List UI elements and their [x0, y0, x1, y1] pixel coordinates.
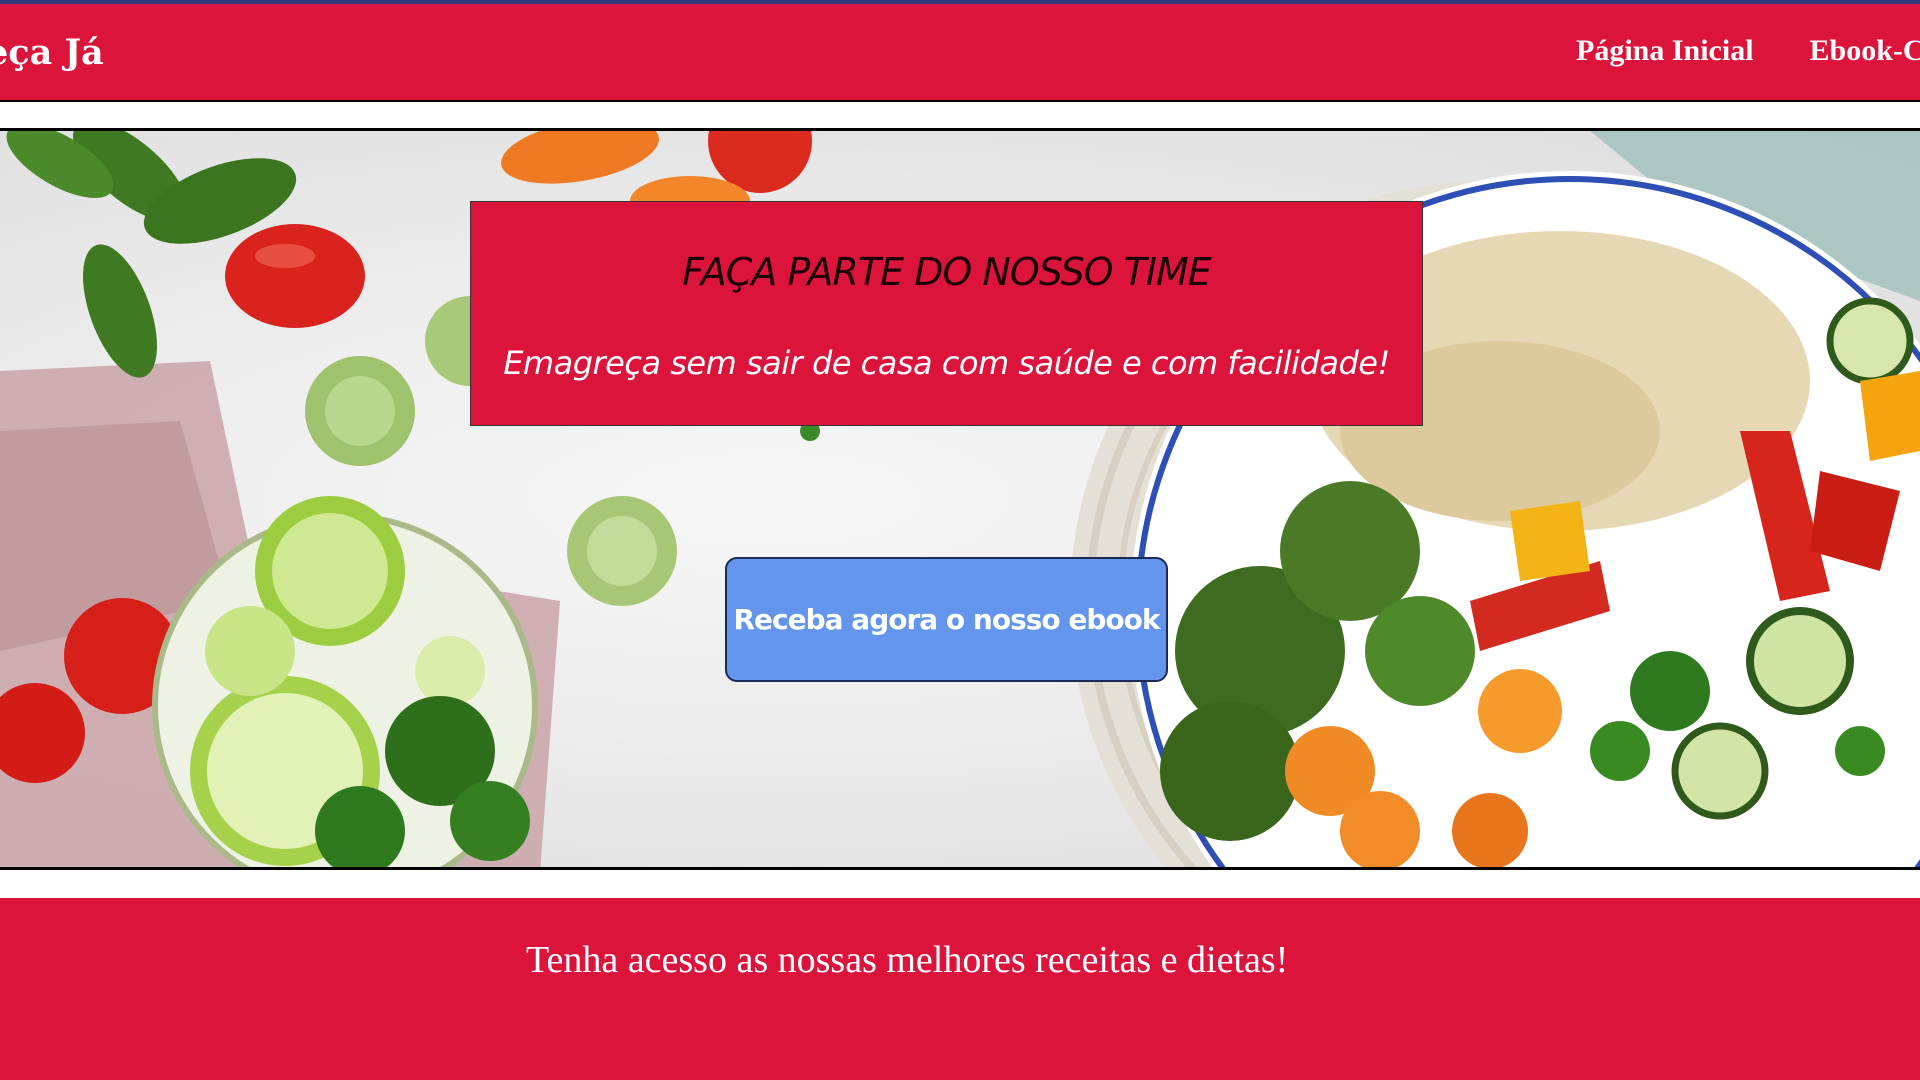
nav-link-home[interactable]: Página Inicial	[1576, 34, 1754, 68]
headline-subtitle: Emagreça sem sair de casa com saúde e co…	[503, 344, 1390, 382]
get-ebook-button[interactable]: Receba agora o nosso ebook	[725, 557, 1168, 682]
nav-links: Página Inicial Ebook-C	[1576, 34, 1920, 68]
navbar: eça Já Página Inicial Ebook-C	[0, 4, 1920, 102]
hero-banner: FAÇA PARTE DO NOSSO TIME Emagreça sem sa…	[0, 128, 1920, 870]
footer-text: Tenha acesso as nossas melhores receitas…	[526, 939, 1289, 981]
footer-band: Tenha acesso as nossas melhores receitas…	[0, 896, 1920, 1080]
headline-title: FAÇA PARTE DO NOSSO TIME	[682, 250, 1212, 294]
headline-box: FAÇA PARTE DO NOSSO TIME Emagreça sem sa…	[470, 201, 1423, 426]
brand-title[interactable]: eça Já	[0, 32, 104, 73]
nav-link-ebook[interactable]: Ebook-C	[1810, 34, 1920, 68]
